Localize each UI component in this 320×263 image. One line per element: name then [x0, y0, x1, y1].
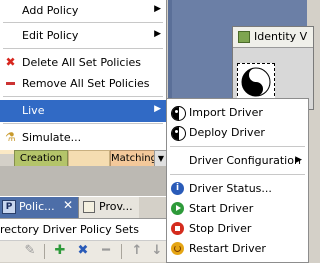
menu-item-simulate[interactable]: ⚗ Simulate... [0, 127, 166, 149]
provisioning-view-icon [83, 201, 95, 213]
policy-set-icon: P [2, 200, 16, 214]
submenu-arrow-icon: ▶ [154, 104, 161, 114]
edit-icon[interactable]: ✎ [22, 243, 38, 259]
menu-item-delete-all[interactable]: ✖ Delete All Set Policies [0, 52, 166, 74]
submenu-arrow-icon: ▶ [295, 155, 302, 165]
menu-item-remove-all[interactable]: Remove All Set Policies [0, 73, 166, 95]
info-icon: i [171, 182, 184, 195]
menu-item-label: Deploy Driver [189, 126, 265, 139]
menu-item-driver-configuration[interactable]: Driver Configuration ▶ [167, 150, 308, 172]
stop-icon [171, 222, 184, 235]
start-icon [171, 202, 184, 215]
identity-vault-title: Identity V [233, 27, 313, 48]
driver-icon[interactable] [237, 63, 275, 101]
delete-icon: ✖ [5, 55, 16, 69]
menu-item-stop-driver[interactable]: Stop Driver [167, 218, 308, 240]
menu-item-label: Start Driver [189, 202, 254, 215]
menu-separator [3, 123, 163, 124]
menu-item-label: Import Driver [189, 106, 263, 119]
menu-separator [170, 174, 305, 175]
simulate-icon: ⚗ [5, 130, 16, 144]
move-up-icon[interactable]: ↑ [129, 243, 145, 259]
tab-policy[interactable]: P Polic... ✕ [0, 197, 78, 218]
menu-item-label: Driver Status... [189, 182, 272, 195]
outline-area [0, 166, 166, 196]
deploy-driver-icon [171, 126, 186, 141]
menu-item-start-driver[interactable]: Start Driver [167, 198, 308, 220]
menu-separator [3, 96, 163, 97]
restart-icon [171, 242, 184, 255]
menu-item-label: Add Policy [22, 4, 79, 17]
menu-item-label: Simulate... [22, 131, 82, 144]
menu-item-label: Edit Policy [22, 29, 79, 42]
menu-separator [3, 22, 163, 23]
panel-title: rectory Driver Policy Sets [0, 218, 166, 241]
menu-separator [170, 146, 305, 147]
menu-separator [3, 48, 163, 49]
remove-icon [4, 77, 17, 90]
add-icon[interactable]: ✚ [52, 243, 68, 259]
menu-item-import-driver[interactable]: Import Driver [167, 102, 308, 124]
menu-item-label: Restart Driver [189, 242, 266, 255]
identity-vault-label: Identity V [254, 30, 308, 43]
menu-item-label: Remove All Set Policies [22, 77, 150, 90]
policy-toolbar: ✎ ✚ ✖ ━ ↑ ↓ [0, 240, 166, 262]
menu-item-label: Live [22, 104, 45, 117]
menu-item-label: Driver Configuration [189, 154, 301, 167]
menu-item-deploy-driver[interactable]: Deploy Driver [167, 122, 308, 144]
menu-item-live[interactable]: Live ▶ [0, 100, 166, 122]
menu-item-add-policy[interactable]: Add Policy ▶ [0, 0, 166, 22]
menu-item-driver-status[interactable]: i Driver Status... [167, 178, 308, 200]
tab-policy-label: Polic... [19, 200, 55, 213]
move-down-icon[interactable]: ↓ [149, 243, 165, 259]
menu-item-edit-policy[interactable]: Edit Policy ▶ [0, 25, 166, 47]
menu-item-label: Stop Driver [189, 222, 252, 235]
delete-icon[interactable]: ✖ [75, 243, 91, 259]
submenu-arrow-icon: ▶ [154, 4, 161, 14]
submenu-arrow-icon: ▶ [154, 29, 161, 39]
context-menu: Add Policy ▶ Edit Policy ▶ ✖ Delete All … [0, 0, 167, 150]
close-icon[interactable]: ✕ [63, 198, 73, 212]
menu-item-label: Delete All Set Policies [22, 56, 142, 69]
tab-provisioning[interactable]: Prov... [78, 197, 139, 218]
tab-provisioning-label: Prov... [99, 200, 133, 213]
live-submenu: Import Driver Deploy Driver Driver Confi… [166, 98, 309, 263]
menu-item-restart-driver[interactable]: Restart Driver [167, 238, 308, 260]
import-driver-icon [171, 106, 186, 121]
vault-icon [238, 31, 250, 43]
remove-icon[interactable]: ━ [98, 243, 114, 259]
